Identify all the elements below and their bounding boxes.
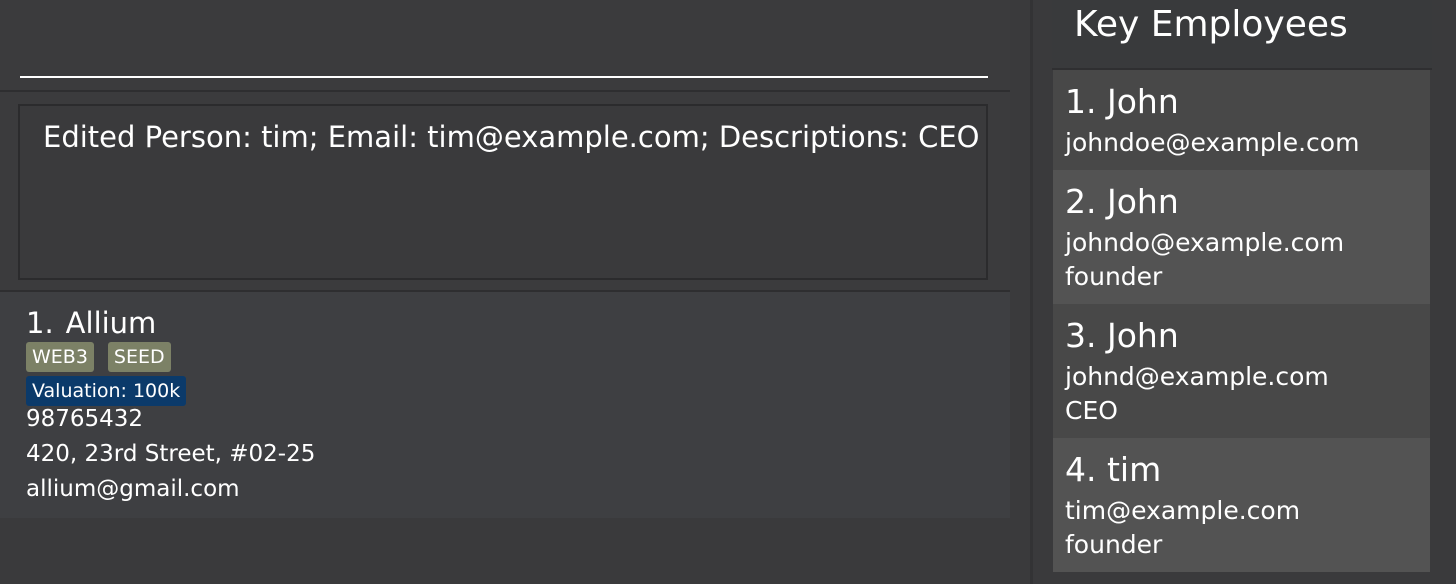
tag-badge: SEED [107, 342, 171, 372]
employee-email: johndoe@example.com [1065, 128, 1360, 157]
split-pane-divider[interactable] [1030, 0, 1033, 584]
employee-email: johnd@example.com [1065, 362, 1329, 391]
company-name: Allium [65, 306, 157, 340]
company-card[interactable]: 1. Allium WEB3 SEED Valuation: 100k 98765… [0, 292, 1010, 518]
company-phone: 98765432 [26, 406, 144, 432]
valuation-badge: Valuation: 100k [26, 376, 187, 406]
employee-name: 4. tim [1065, 450, 1162, 489]
company-name-row: 1. Allium [26, 306, 156, 340]
command-box-section [0, 0, 1010, 92]
key-employees-panel: Key Employees 1. John johndoe@example.co… [1052, 0, 1432, 584]
key-employees-header: Key Employees [1052, 0, 1432, 70]
tag-badge: WEB3 [26, 342, 94, 372]
employee-email: johndo@example.com [1065, 228, 1345, 257]
employee-card[interactable]: 4. tim tim@example.com founder [1053, 438, 1430, 572]
employee-description: founder [1065, 530, 1163, 559]
valuation-row: Valuation: 100k [26, 376, 187, 406]
company-address: 420, 23rd Street, #02-25 [26, 441, 316, 467]
employee-card[interactable]: 3. John johnd@example.com CEO [1053, 304, 1430, 438]
employee-card[interactable]: 1. John johndoe@example.com [1053, 70, 1430, 170]
employee-name: 3. John [1065, 316, 1179, 355]
employee-description: CEO [1065, 396, 1118, 425]
result-display-section: Edited Person: tim; Email: tim@example.c… [0, 92, 1010, 292]
command-input[interactable] [20, 0, 988, 78]
key-employees-title: Key Employees [1074, 4, 1348, 45]
company-email: allium@gmail.com [26, 476, 240, 502]
company-tags: WEB3 SEED [26, 342, 171, 372]
result-message: Edited Person: tim; Email: tim@example.c… [43, 120, 980, 154]
employee-description: founder [1065, 262, 1163, 291]
company-index: 1. [26, 306, 54, 340]
company-list[interactable]: 1. Allium WEB3 SEED Valuation: 100k 98765… [0, 292, 1010, 518]
result-display: Edited Person: tim; Email: tim@example.c… [18, 104, 988, 280]
employee-name: 1. John [1065, 82, 1179, 121]
employee-list[interactable]: 1. John johndoe@example.com 2. John john… [1053, 70, 1430, 572]
employee-email: tim@example.com [1065, 496, 1301, 525]
employee-card[interactable]: 2. John johndo@example.com founder [1053, 170, 1430, 304]
app-window: Edited Person: tim; Email: tim@example.c… [0, 0, 1456, 584]
employee-name: 2. John [1065, 182, 1179, 221]
left-pane: Edited Person: tim; Email: tim@example.c… [0, 0, 1012, 584]
